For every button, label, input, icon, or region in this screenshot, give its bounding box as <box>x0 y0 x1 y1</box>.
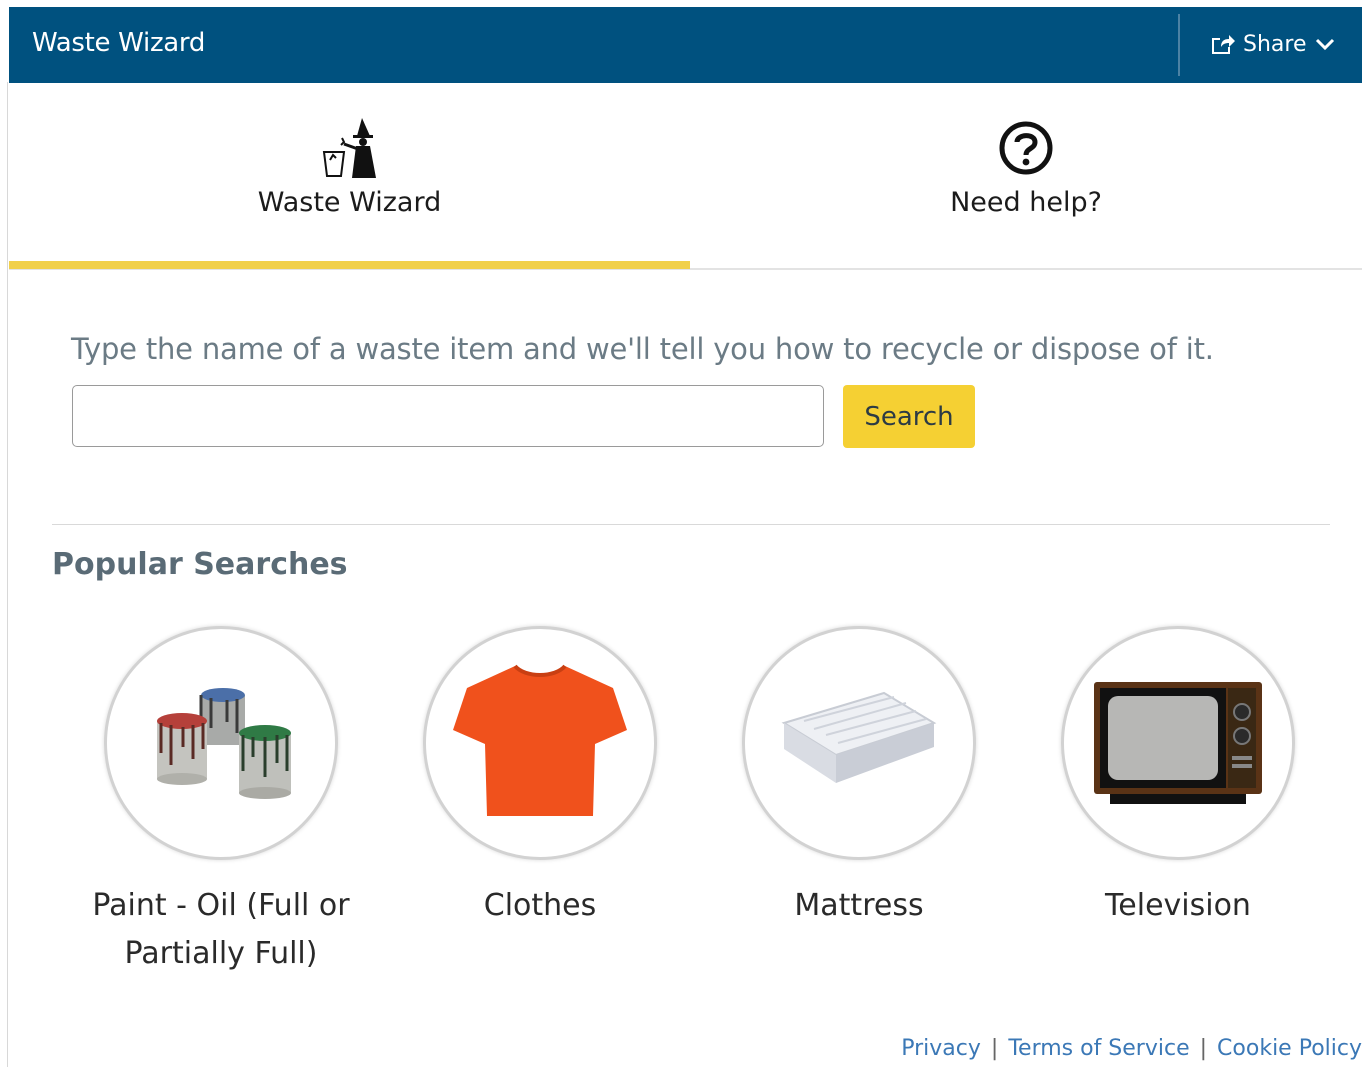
popular-item-paint[interactable]: Paint - Oil (Full or Partially Full) <box>61 626 381 978</box>
popular-item-label: Clothes <box>483 888 597 923</box>
popular-item-label: Mattress <box>794 888 924 923</box>
tab-need-help[interactable]: Need help? <box>690 83 1362 269</box>
search-instructions: Type the name of a waste item and we'll … <box>71 332 1214 366</box>
popular-item-clothes[interactable]: Clothes <box>380 626 700 930</box>
search-button[interactable]: Search <box>843 385 975 448</box>
tab-label-waste-wizard: Waste Wizard <box>257 187 442 218</box>
popular-item-label: Paint - Oil (Full or Partially Full) <box>92 888 350 971</box>
mattress-icon <box>742 626 976 860</box>
section-divider <box>52 524 1330 525</box>
wizard-icon <box>318 115 382 181</box>
search-input[interactable] <box>72 385 824 447</box>
television-icon <box>1061 626 1295 860</box>
popular-item-label: Television <box>1105 888 1251 923</box>
paint-cans-icon <box>104 626 338 860</box>
app-title: Waste Wizard <box>32 28 206 58</box>
header-divider <box>1178 14 1180 76</box>
chevron-down-icon <box>1315 37 1335 51</box>
tab-bar: Waste Wizard Need help? <box>9 83 1362 273</box>
terms-of-service-link[interactable]: Terms of Service <box>1008 1036 1189 1061</box>
tshirt-icon <box>423 626 657 860</box>
popular-item-television[interactable]: Television <box>1018 626 1338 930</box>
footer-links: Privacy | Terms of Service | Cookie Poli… <box>901 1036 1362 1061</box>
share-label: Share <box>1243 31 1307 57</box>
question-circle-icon <box>998 115 1054 181</box>
share-icon <box>1209 32 1235 56</box>
privacy-link[interactable]: Privacy <box>901 1036 981 1061</box>
footer-separator: | <box>1199 1036 1208 1061</box>
left-border <box>7 82 8 1067</box>
tab-label-need-help: Need help? <box>950 187 1102 218</box>
share-button[interactable]: Share <box>1209 28 1335 60</box>
tab-waste-wizard[interactable]: Waste Wizard <box>9 83 690 269</box>
popular-item-mattress[interactable]: Mattress <box>699 626 1019 930</box>
active-tab-indicator <box>9 261 690 269</box>
popular-searches-heading: Popular Searches <box>52 547 348 582</box>
cookie-policy-link[interactable]: Cookie Policy <box>1217 1036 1362 1061</box>
footer-separator: | <box>990 1036 999 1061</box>
app-header: Waste Wizard Share <box>9 7 1362 83</box>
